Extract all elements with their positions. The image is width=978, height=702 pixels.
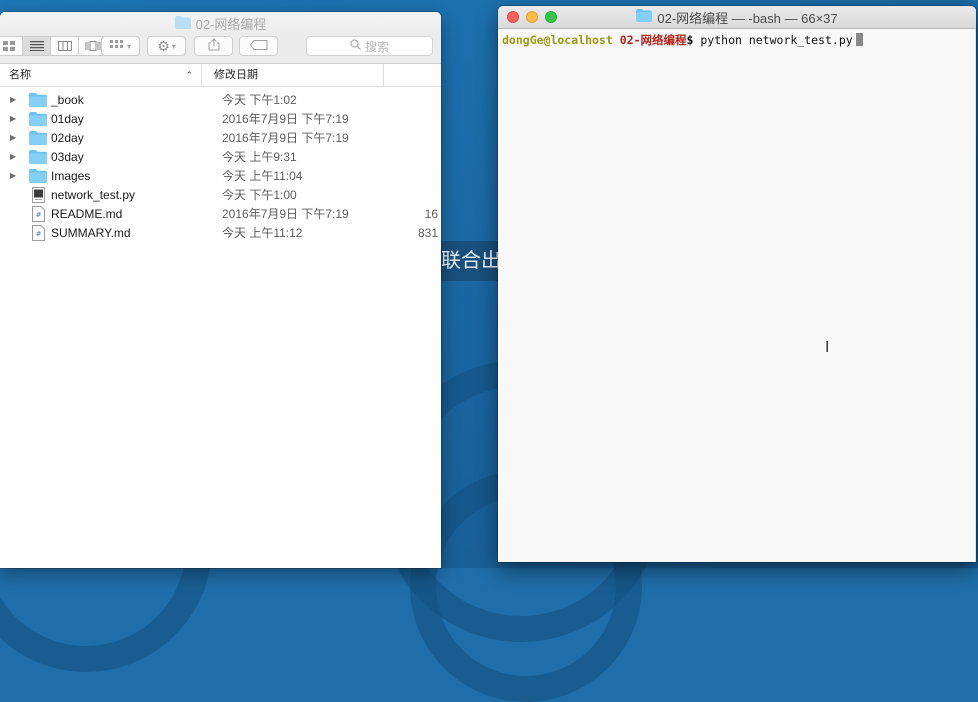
markdown-file-icon: # xyxy=(29,224,47,241)
file-date: 2016年7月9日 下午7:19 xyxy=(222,112,349,126)
prompt-user: dongGe@localhost xyxy=(502,33,613,47)
desktop-banner-text: 联合出 xyxy=(441,241,499,281)
list-item[interactable]: ▶ 03day 今天 上午9:31 xyxy=(0,147,441,166)
terminal-window[interactable]: 02-网络编程 — -bash — 66×37 dongGe@localhost… xyxy=(498,6,976,562)
grid-icon xyxy=(109,39,124,53)
chevron-down-icon: ▾ xyxy=(171,41,176,51)
share-icon xyxy=(208,38,220,54)
file-size: 16 xyxy=(424,206,438,221)
finder-window[interactable]: 02-网络编程 ▾ ⚙ ▾ 搜索 名称 ⌃ 修改日期 ▶ _book 今天 下午… xyxy=(0,12,441,568)
folder-icon xyxy=(29,92,47,108)
svg-text:#: # xyxy=(35,230,41,238)
file-date: 今天 下午1:00 xyxy=(222,188,297,202)
python-file-icon xyxy=(29,186,47,203)
disclosure-triangle-icon[interactable]: ▶ xyxy=(10,171,19,180)
file-date: 今天 上午9:31 xyxy=(222,150,297,164)
action-button[interactable]: ⚙ ▾ xyxy=(147,36,186,56)
list-view-button[interactable] xyxy=(23,37,51,55)
list-item[interactable]: ▶ # README.md 2016年7月9日 下午7:19 16 xyxy=(0,204,441,223)
file-list: ▶ _book 今天 下午1:02 ▶ 01day 2016年7月9日 下午7:… xyxy=(0,87,441,242)
list-item[interactable]: ▶ 02day 2016年7月9日 下午7:19 xyxy=(0,128,441,147)
share-button[interactable] xyxy=(194,36,233,56)
text-cursor xyxy=(855,33,863,46)
disclosure-triangle-icon[interactable]: ▶ xyxy=(10,152,19,161)
arrange-button[interactable]: ▾ xyxy=(101,36,140,56)
terminal-content[interactable]: dongGe@localhost 02-网络编程$ python network… xyxy=(498,29,976,51)
folder-icon xyxy=(29,111,47,127)
file-date: 2016年7月9日 下午7:19 xyxy=(222,207,349,221)
list-item[interactable]: ▶ # SUMMARY.md 今天 上午11:12 831 xyxy=(0,223,441,242)
prompt-directory: 02-网络编程 xyxy=(619,33,687,47)
file-name: Images xyxy=(51,168,91,183)
finder-titlebar[interactable]: 02-网络编程 xyxy=(0,12,441,35)
disclosure-triangle-icon[interactable]: ▶ xyxy=(10,95,19,104)
tag-icon xyxy=(249,39,268,53)
markdown-file-icon: # xyxy=(29,205,47,222)
disclosure-triangle-icon[interactable]: ▶ xyxy=(10,133,19,142)
file-date: 今天 下午1:02 xyxy=(222,93,297,107)
file-date: 今天 上午11:12 xyxy=(222,226,303,240)
maximize-button[interactable] xyxy=(545,11,557,23)
folder-icon xyxy=(29,130,47,146)
file-name: README.md xyxy=(51,206,123,221)
tags-button[interactable] xyxy=(239,36,278,56)
file-date: 2016年7月9日 下午7:19 xyxy=(222,131,349,145)
list-item[interactable]: ▶ 01day 2016年7月9日 下午7:19 xyxy=(0,109,441,128)
terminal-titlebar[interactable]: 02-网络编程 — -bash — 66×37 xyxy=(498,6,976,29)
list-item[interactable]: ▶ network_test.py 今天 下午1:00 xyxy=(0,185,441,204)
close-button[interactable] xyxy=(507,11,519,23)
sort-ascending-icon: ⌃ xyxy=(185,70,193,80)
file-name: network_test.py xyxy=(51,187,136,202)
ibeam-cursor-icon: I xyxy=(825,338,830,356)
finder-title: 02-网络编程 xyxy=(195,17,267,32)
column-view-button[interactable] xyxy=(51,37,79,55)
view-mode-segmented-control[interactable] xyxy=(0,36,107,56)
chevron-down-icon: ▾ xyxy=(126,41,131,51)
file-date: 今天 上午11:04 xyxy=(222,169,303,183)
prompt-symbol: $ xyxy=(686,33,694,47)
column-header: 名称 ⌃ 修改日期 xyxy=(0,64,441,87)
file-name: 02day xyxy=(51,130,84,145)
folder-icon xyxy=(29,168,47,184)
column-header-size[interactable] xyxy=(384,64,441,86)
svg-text:#: # xyxy=(35,211,41,219)
terminal-title: 02-网络编程 — -bash — 66×37 xyxy=(657,10,838,26)
file-name: 03day xyxy=(51,149,84,164)
disclosure-triangle-icon[interactable]: ▶ xyxy=(10,114,19,123)
gear-icon: ⚙ xyxy=(157,37,170,54)
icon-view-button[interactable] xyxy=(0,37,23,55)
terminal-command: python network_test.py xyxy=(700,33,853,47)
folder-icon xyxy=(174,15,191,32)
column-header-date-label: 修改日期 xyxy=(214,69,258,81)
search-icon xyxy=(350,39,361,53)
column-header-date[interactable]: 修改日期 xyxy=(202,64,384,86)
search-field[interactable]: 搜索 xyxy=(306,36,433,56)
folder-icon xyxy=(636,9,653,25)
list-item[interactable]: ▶ Images 今天 上午11:04 xyxy=(0,166,441,185)
file-name: 01day xyxy=(51,111,84,126)
minimize-button[interactable] xyxy=(526,11,538,23)
terminal-scrollbar-track[interactable] xyxy=(975,29,976,562)
search-placeholder: 搜索 xyxy=(364,39,389,54)
folder-icon xyxy=(29,149,47,165)
column-header-name[interactable]: 名称 ⌃ xyxy=(0,64,202,86)
column-header-name-label: 名称 xyxy=(9,69,31,81)
list-item[interactable]: ▶ _book 今天 下午1:02 xyxy=(0,90,441,109)
file-name: SUMMARY.md xyxy=(51,225,131,240)
file-size: 831 xyxy=(417,225,438,240)
file-name: _book xyxy=(51,92,84,107)
finder-toolbar: ▾ ⚙ ▾ 搜索 xyxy=(0,35,441,64)
